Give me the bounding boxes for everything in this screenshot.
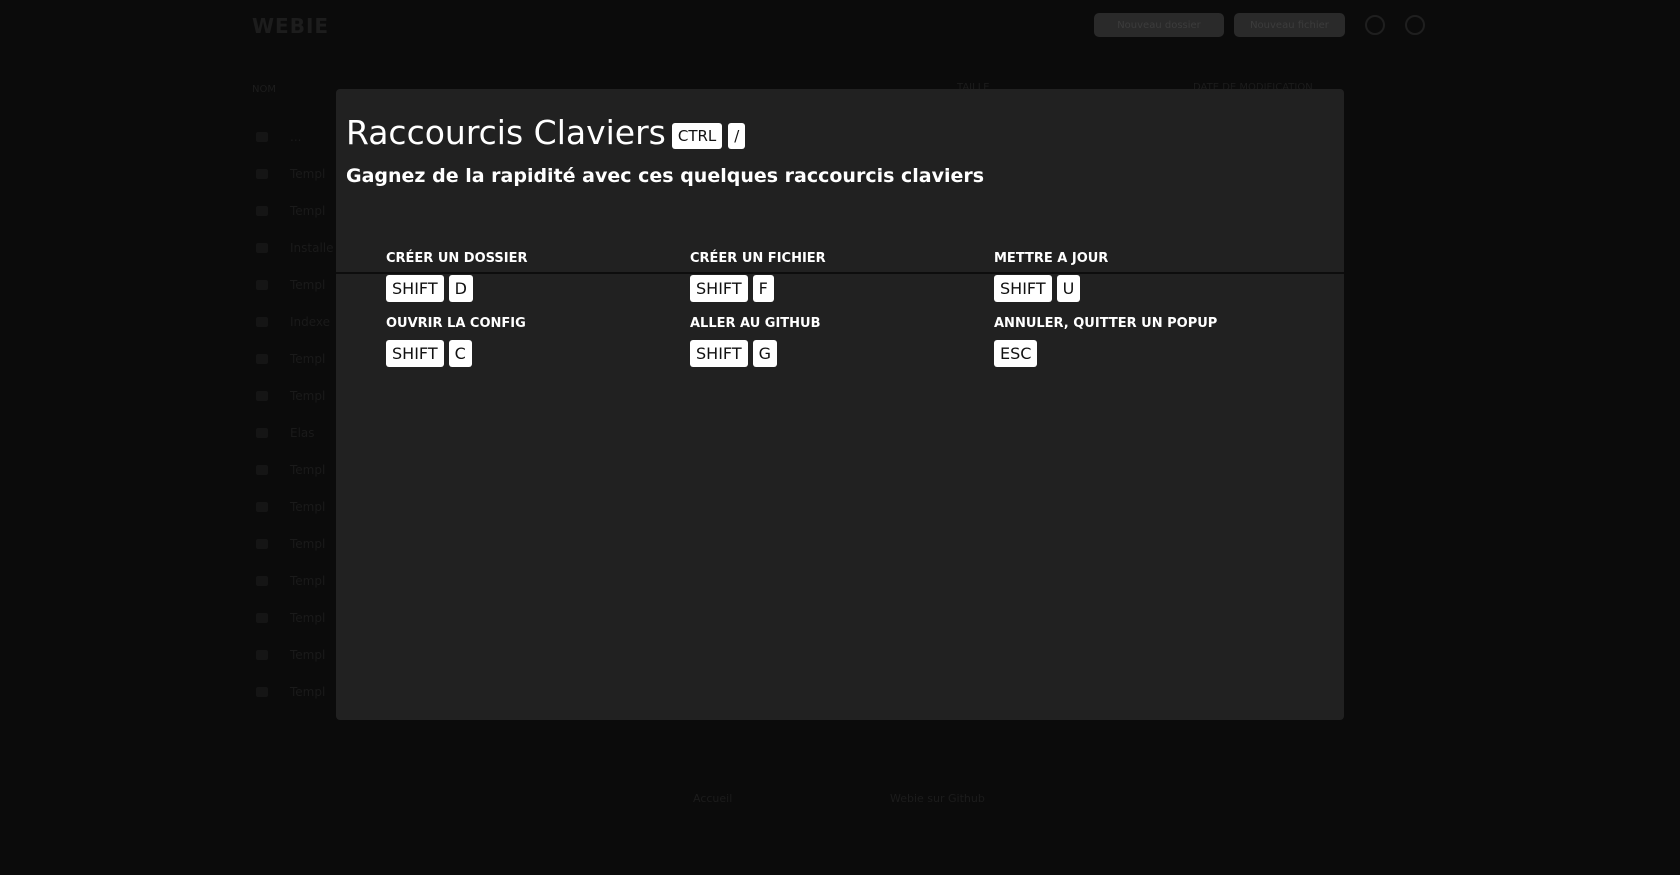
shortcut-label: CRÉER UN DOSSIER <box>386 251 528 266</box>
shortcut-keys: SHIFT U <box>994 275 1298 302</box>
shortcut-grid: CRÉER UN DOSSIER SHIFT D CRÉER UN FICHIER SH… <box>386 251 1298 367</box>
kbd-key: U <box>1056 275 1081 302</box>
kbd-key: D <box>448 275 473 302</box>
kbd-ctrl: CTRL <box>671 123 723 149</box>
kbd-slash: / <box>728 123 746 149</box>
shortcut-item: METTRE A JOUR SHIFT U <box>994 251 1298 302</box>
shortcut-item: CRÉER UN DOSSIER SHIFT D <box>386 251 690 302</box>
modal-title: Raccourcis Claviers <box>346 113 666 152</box>
shortcut-item: ALLER AU GITHUB SHIFT G <box>690 316 994 367</box>
kbd-key: ESC <box>994 340 1038 367</box>
kbd-key: SHIFT <box>690 340 748 367</box>
shortcut-label: ALLER AU GITHUB <box>690 316 821 331</box>
shortcut-keys: SHIFT G <box>690 340 994 367</box>
shortcut-keys: SHIFT D <box>386 275 690 302</box>
shortcut-keys: SHIFT C <box>386 340 690 367</box>
shortcut-item: ANNULER, QUITTER UN POPUP ESC <box>994 316 1298 367</box>
shortcut-label: CRÉER UN FICHIER <box>690 251 826 266</box>
kbd-key: C <box>448 340 472 367</box>
shortcut-item: OUVRIR LA CONFIG SHIFT C <box>386 316 690 367</box>
shortcut-label: METTRE A JOUR <box>994 251 1109 266</box>
modal-subtitle: Gagnez de la rapidité avec ces quelques … <box>346 165 985 187</box>
shortcut-item: CRÉER UN FICHIER SHIFT F <box>690 251 994 302</box>
kbd-key: F <box>752 275 774 302</box>
shortcut-label: OUVRIR LA CONFIG <box>386 316 526 331</box>
modal-title-row: Raccourcis Claviers CTRL / <box>346 113 1334 153</box>
modal-header: Raccourcis Claviers CTRL / Gagnez de la … <box>336 89 1344 274</box>
shortcuts-modal: Raccourcis Claviers CTRL / Gagnez de la … <box>336 89 1344 720</box>
kbd-key: G <box>752 340 778 367</box>
kbd-key: SHIFT <box>994 275 1052 302</box>
shortcut-label: ANNULER, QUITTER UN POPUP <box>994 316 1218 331</box>
kbd-key: SHIFT <box>690 275 748 302</box>
shortcut-keys: SHIFT F <box>690 275 994 302</box>
shortcut-keys: ESC <box>994 340 1298 367</box>
kbd-key: SHIFT <box>386 340 444 367</box>
kbd-key: SHIFT <box>386 275 444 302</box>
